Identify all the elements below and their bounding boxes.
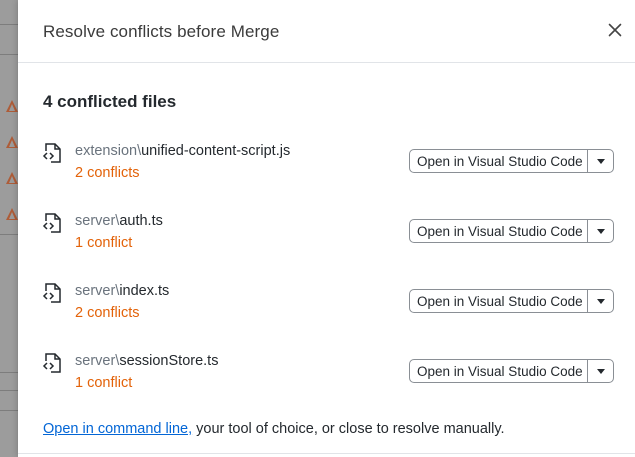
file-code-icon [42,283,61,303]
open-editor-button-group: Open in Visual Studio Code [409,359,614,383]
background-divider [0,372,18,373]
file-name: auth.ts [119,213,163,229]
conflict-count: 2 conflicts [75,165,140,181]
file-path: server\index.ts [75,283,169,299]
dialog-header: Resolve conflicts before Merge [18,0,635,63]
background-divider [0,410,18,411]
close-button[interactable] [603,18,627,42]
open-editor-button-group: Open in Visual Studio Code [409,219,614,243]
conflict-count: 2 conflicts [75,305,140,321]
dialog-title: Resolve conflicts before Merge [43,22,280,41]
editor-options-dropdown[interactable] [587,220,613,242]
conflicted-file-row: extension\unified-content-script.js 2 co… [18,142,635,192]
warning-icon [6,172,18,184]
open-in-editor-button[interactable]: Open in Visual Studio Code [410,360,587,382]
conflict-count: 1 conflict [75,235,133,251]
open-editor-button-group: Open in Visual Studio Code [409,149,614,173]
file-code-icon [42,213,61,233]
warning-icon [6,208,18,220]
file-directory: server\ [75,213,120,229]
file-path: server\sessionStore.ts [75,353,218,369]
divider [18,453,635,454]
file-path: server\auth.ts [75,213,163,229]
footer-text: your tool of choice, or close to resolve… [192,421,505,437]
background-app [0,0,18,457]
file-directory: server\ [75,353,120,369]
conflicted-file-row: server\auth.ts 1 conflict Open in Visual… [18,212,635,262]
background-divider [0,24,18,25]
file-directory: extension\ [75,143,142,159]
conflicted-files-count: 4 conflicted files [43,92,177,111]
file-directory: server\ [75,283,120,299]
open-in-editor-button[interactable]: Open in Visual Studio Code [410,290,587,312]
warning-icon [6,100,18,112]
conflicted-file-row: server\sessionStore.ts 1 conflict Open i… [18,352,635,402]
file-code-icon [42,353,61,373]
file-name: unified-content-script.js [141,143,291,159]
file-name: index.ts [119,283,170,299]
triangle-down-icon [596,298,605,304]
conflict-count: 1 conflict [75,375,133,391]
open-in-editor-button[interactable]: Open in Visual Studio Code [410,220,587,242]
open-command-line-link[interactable]: Open in command line, [43,421,192,437]
triangle-down-icon [596,368,605,374]
editor-options-dropdown[interactable] [587,150,613,172]
merge-conflicts-dialog: Resolve conflicts before Merge 4 conflic… [18,0,635,457]
file-path: extension\unified-content-script.js [75,143,290,159]
conflicted-file-row: server\index.ts 2 conflicts Open in Visu… [18,282,635,332]
editor-options-dropdown[interactable] [587,290,613,312]
file-code-icon [42,143,61,163]
triangle-down-icon [596,228,605,234]
open-in-editor-button[interactable]: Open in Visual Studio Code [410,150,587,172]
close-icon [608,23,622,37]
background-divider [0,234,18,235]
background-divider [0,54,18,55]
open-editor-button-group: Open in Visual Studio Code [409,289,614,313]
editor-options-dropdown[interactable] [587,360,613,382]
file-name: sessionStore.ts [119,353,219,369]
dialog-footer: Open in command line, your tool of choic… [43,421,505,437]
background-divider [0,390,18,391]
triangle-down-icon [596,158,605,164]
warning-icon [6,136,18,148]
